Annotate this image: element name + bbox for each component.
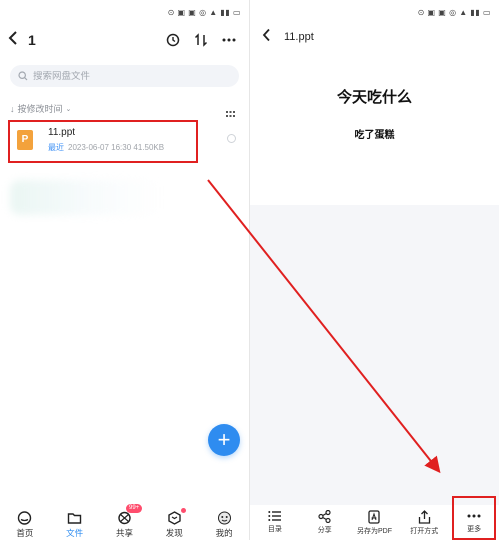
chevron-left-icon	[262, 28, 270, 42]
blurred-placeholder	[10, 180, 160, 215]
slide-title: 今天吃什么	[336, 89, 412, 106]
back-button[interactable]	[8, 30, 26, 50]
share-icon	[318, 510, 331, 523]
file-meta: 最近 2023-06-07 16:30 41.50KB	[48, 142, 164, 153]
file-list-screen: ⊙ ▣ ▣ ◎ ▲ ▮▮ ▭ 1 ↓ 按修改时间 ⌄ P 11.ppt 最近 20…	[0, 0, 249, 540]
file-date-size: 2023-06-07 16:30 41.50KB	[68, 143, 165, 152]
add-button[interactable]: +	[208, 424, 240, 456]
status-icons: ⊙ ▣ ▣ ◎ ▲ ▮▮ ▭	[167, 8, 241, 17]
cloud-home-icon	[18, 511, 32, 525]
tab-discover[interactable]: 发现	[150, 504, 199, 540]
search-bar[interactable]	[10, 65, 239, 87]
contents-button[interactable]: 目录	[250, 506, 300, 540]
more-icon	[222, 38, 236, 42]
file-name: 11.ppt	[48, 127, 76, 138]
bottom-tab-bar: 首页 文件 99+ 共享 发现 我的	[0, 504, 249, 540]
search-input[interactable]	[33, 70, 213, 82]
open-with-icon	[418, 510, 430, 524]
history-icon	[166, 33, 180, 47]
compass-icon	[168, 511, 181, 525]
sort-direction-icon: ↓	[10, 103, 15, 114]
ppt-file-icon: P	[17, 130, 33, 150]
toolbar-label: 另存为PDF	[356, 528, 392, 535]
more-button[interactable]	[219, 30, 239, 50]
chevron-down-icon: ⌄	[65, 105, 72, 113]
tab-label: 共享	[115, 528, 133, 538]
tab-home[interactable]: 首页	[0, 504, 49, 540]
tab-label: 首页	[16, 528, 34, 538]
toolbar-label: 目录	[267, 526, 282, 533]
tab-share[interactable]: 99+ 共享	[100, 504, 149, 540]
folder-icon	[67, 513, 82, 524]
save-pdf-button[interactable]: 另存为PDF	[350, 506, 400, 540]
chevron-left-icon	[8, 31, 17, 45]
ppt-viewer-screen: ⊙ ▣ ▣ ◎ ▲ ▮▮ ▭ 11.ppt 今天吃什么 吃了蛋糕 目录 分享 另…	[250, 0, 499, 540]
toolbar-label: 分享	[317, 527, 332, 534]
status-bar: ⊙ ▣ ▣ ◎ ▲ ▮▮ ▭	[418, 8, 491, 17]
view-toggle-button[interactable]	[226, 104, 235, 122]
list-icon	[268, 511, 281, 521]
tab-mine[interactable]: 我的	[200, 504, 249, 540]
status-icons: ⊙ ▣ ▣ ◎ ▲ ▮▮ ▭	[417, 8, 491, 17]
status-bar: ⊙ ▣ ▣ ◎ ▲ ▮▮ ▭	[168, 8, 241, 17]
slide-subtitle: 吃了蛋糕	[354, 130, 395, 141]
notification-badge: 99+	[125, 504, 143, 513]
pdf-icon	[368, 510, 381, 524]
select-radio[interactable]	[227, 134, 236, 143]
search-icon	[18, 71, 28, 81]
tab-files[interactable]: 文件	[50, 504, 99, 540]
sort-arrows-icon	[194, 33, 208, 47]
share-button[interactable]: 分享	[300, 506, 350, 540]
file-list-item[interactable]: P 11.ppt 最近 2023-06-07 16:30 41.50KB	[8, 120, 198, 163]
sort-selector[interactable]: ↓ 按修改时间 ⌄	[10, 102, 71, 115]
history-button[interactable]	[163, 30, 183, 50]
avatar-icon	[217, 511, 231, 525]
share-network-icon	[118, 511, 131, 525]
document-title: 11.ppt	[284, 31, 314, 43]
tab-label: 文件	[66, 528, 84, 538]
toolbar-label: 打开方式	[410, 528, 439, 535]
back-button[interactable]	[262, 28, 272, 47]
highlight-box-more	[452, 496, 496, 540]
slide-canvas	[250, 205, 499, 505]
notification-dot	[180, 508, 186, 513]
open-with-button[interactable]: 打开方式	[399, 506, 449, 540]
tab-label: 我的	[215, 528, 233, 538]
folder-title: 1	[28, 32, 36, 48]
sort-button[interactable]	[191, 30, 211, 50]
sort-label: 按修改时间	[17, 104, 63, 114]
recent-badge: 最近	[48, 143, 64, 152]
grid-view-icon	[226, 111, 235, 117]
tab-label: 发现	[165, 528, 183, 538]
